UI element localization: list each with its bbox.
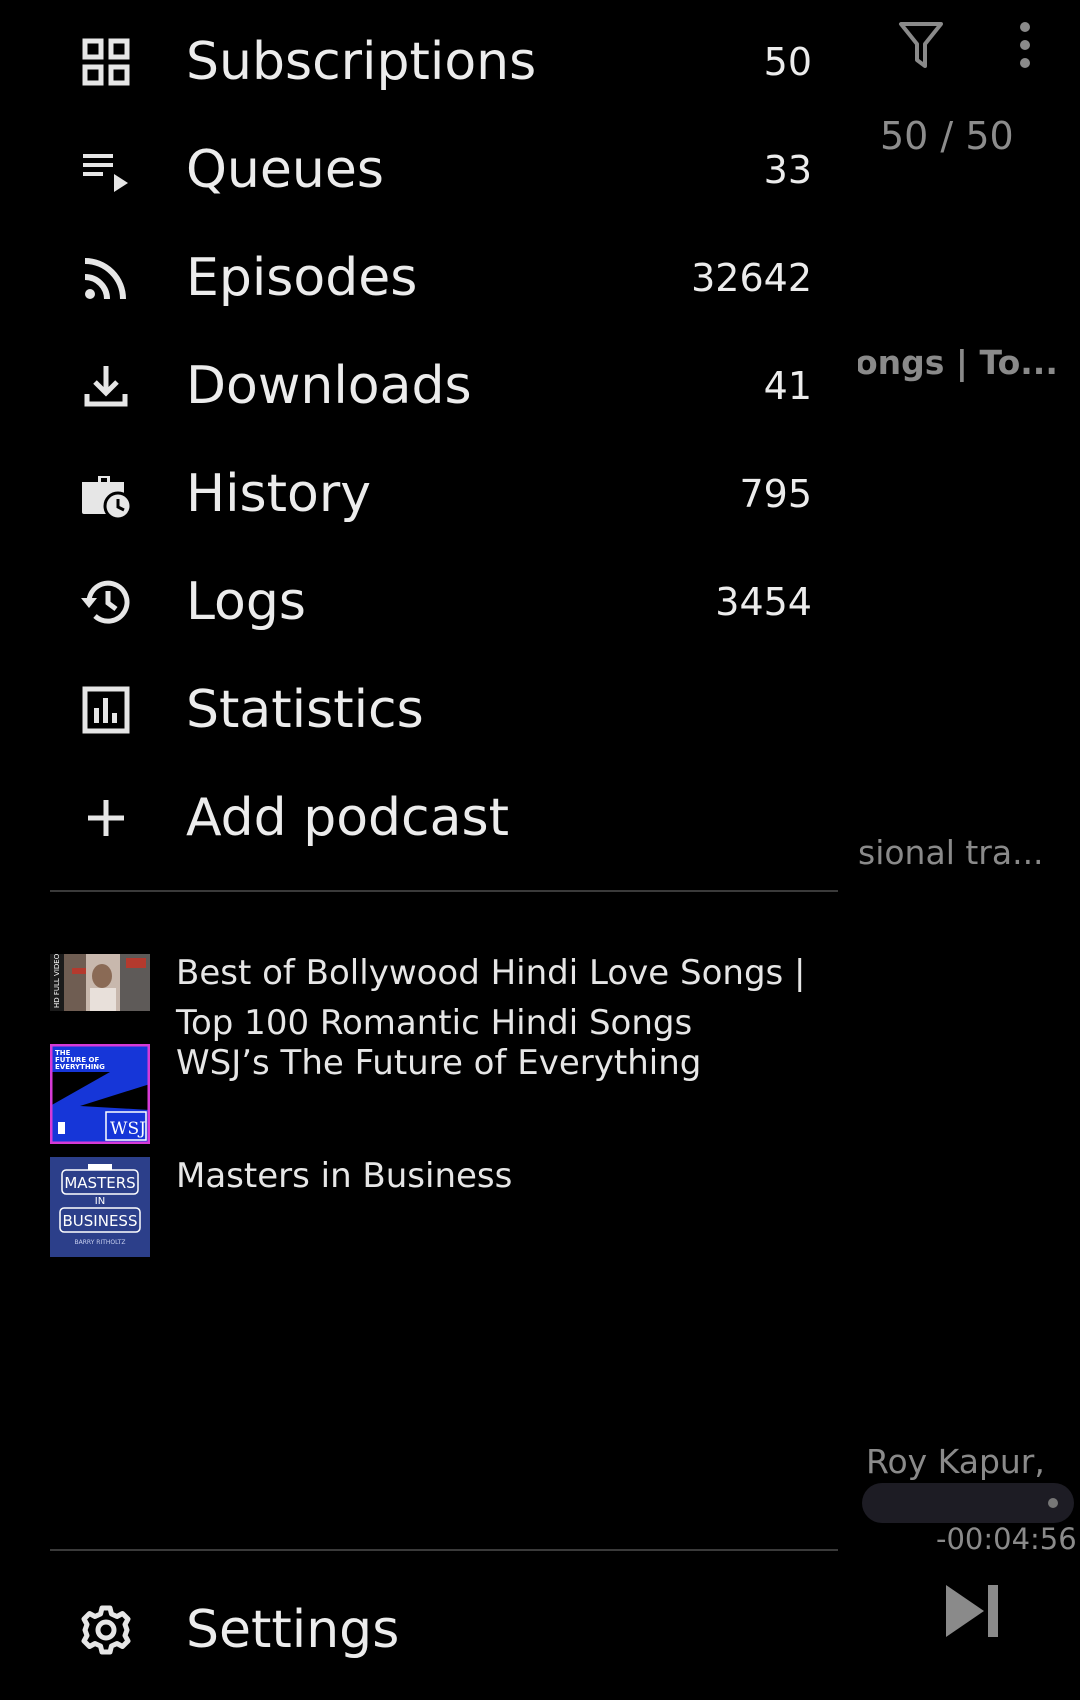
history-briefcase-icon [80, 468, 132, 520]
grid-icon [80, 36, 132, 88]
progress-knob[interactable] [1048, 1498, 1058, 1508]
nav-count: 50 [763, 40, 812, 84]
rss-icon [80, 252, 132, 304]
nav-item-history[interactable]: History 795 [0, 442, 858, 546]
filter-icon[interactable] [897, 18, 945, 72]
episode-count: 50 / 50 [880, 114, 1014, 158]
svg-text:BARRY RITHOLTZ: BARRY RITHOLTZ [75, 1239, 126, 1246]
drawer-divider [50, 1549, 838, 1551]
nav-count: 3454 [715, 580, 812, 624]
nav-item-add-podcast[interactable]: Add podcast [0, 766, 858, 870]
episode-title-fragment[interactable]: ongs | To... [855, 343, 1058, 382]
nav-item-settings[interactable]: Settings [0, 1578, 858, 1682]
podcast-artwork: HD FULL VIDEO [50, 954, 150, 1011]
podcast-title: WSJ’s The Future of Everything [176, 1043, 702, 1083]
podcast-artwork: MASTERS IN BUSINESS BARRY RITHOLTZ [50, 1157, 150, 1257]
nav-item-logs[interactable]: Logs 3454 [0, 550, 858, 654]
podcast-title: Best of Bollywood Hindi Love Songs | Top… [176, 953, 806, 1043]
nav-item-statistics[interactable]: Statistics [0, 658, 858, 762]
svg-text:EVERYTHING: EVERYTHING [55, 1063, 105, 1071]
svg-text:BUSINESS: BUSINESS [63, 1212, 138, 1230]
logs-history-icon [80, 576, 132, 628]
nav-label: Logs [186, 572, 306, 632]
podcast-title: Masters in Business [176, 1156, 513, 1196]
settings-label: Settings [186, 1600, 400, 1660]
nav-count: 33 [763, 148, 812, 192]
nav-label: Queues [186, 140, 384, 200]
gear-icon [80, 1604, 132, 1656]
nav-count: 795 [739, 472, 812, 516]
svg-text:HD FULL VIDEO: HD FULL VIDEO [53, 954, 61, 1008]
episode-description-fragment: sional tra... [858, 833, 1044, 872]
nav-label: Downloads [186, 356, 472, 416]
navigation-drawer: Subscriptions 50 Queues 33 Episodes 3264… [0, 0, 858, 1700]
player-artist-fragment: Roy Kapur, [866, 1442, 1045, 1481]
nav-count: 32642 [691, 256, 812, 300]
nav-item-episodes[interactable]: Episodes 32642 [0, 226, 858, 330]
download-icon [80, 360, 132, 412]
nav-label: History [186, 464, 371, 524]
plus-icon [80, 792, 132, 844]
podcast-item[interactable]: MASTERS IN BUSINESS BARRY RITHOLTZ Maste… [50, 1156, 840, 1257]
svg-text:MASTERS: MASTERS [64, 1174, 135, 1192]
queue-icon [80, 144, 132, 196]
skip-next-icon[interactable] [944, 1583, 1002, 1639]
nav-item-subscriptions[interactable]: Subscriptions 50 [0, 10, 858, 114]
nav-item-queues[interactable]: Queues 33 [0, 118, 858, 222]
nav-label: Episodes [186, 248, 418, 308]
nav-label: Add podcast [186, 788, 509, 848]
nav-label: Subscriptions [186, 32, 537, 92]
more-vert-icon[interactable] [1010, 18, 1040, 72]
podcast-artwork: THE FUTURE OF EVERYTHING WSJ [50, 1044, 150, 1144]
nav-count: 41 [763, 364, 812, 408]
svg-text:IN: IN [95, 1196, 105, 1207]
drawer-divider [50, 890, 838, 892]
time-remaining: -00:04:56 [936, 1522, 1077, 1556]
svg-text:WSJ: WSJ [110, 1119, 146, 1139]
nav-label: Statistics [186, 680, 424, 740]
nav-item-downloads[interactable]: Downloads 41 [0, 334, 858, 438]
player-progress-bar[interactable] [862, 1483, 1074, 1523]
podcast-item[interactable]: THE FUTURE OF EVERYTHING WSJ WSJ’s The F… [50, 1043, 840, 1144]
statistics-icon [80, 684, 132, 736]
